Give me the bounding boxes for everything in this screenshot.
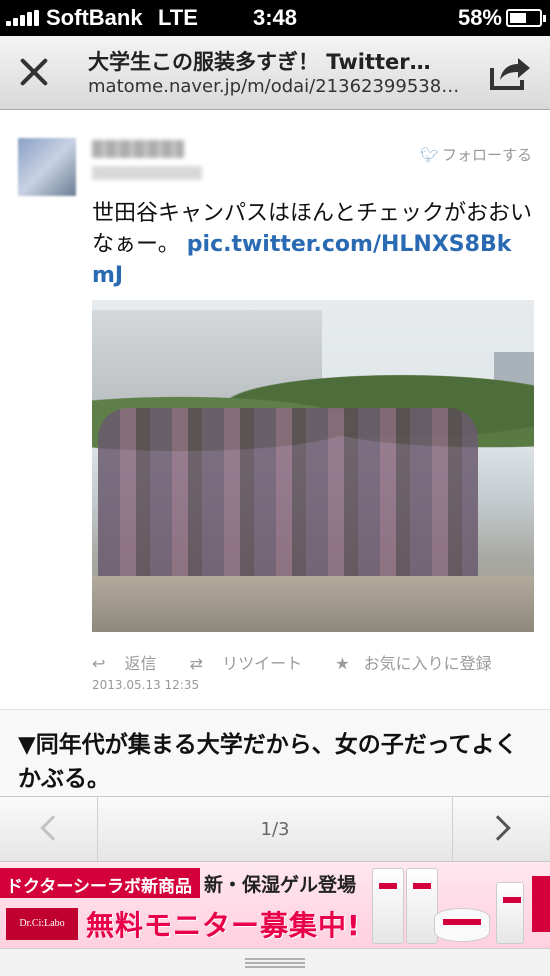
next-page-button[interactable]: [452, 797, 550, 861]
reply-button[interactable]: ↩ 返信: [92, 654, 171, 673]
page-title: 大学生この服装多すぎ！ Twitter…: [88, 50, 431, 74]
follow-label: フォローする: [441, 146, 532, 164]
close-icon[interactable]: [14, 52, 54, 92]
tweet-timestamp[interactable]: 2013.05.13 12:35: [92, 678, 199, 692]
pagination: 1/3: [0, 796, 550, 862]
reply-icon: ↩: [92, 654, 106, 673]
follow-button[interactable]: 🐦︎ フォローする: [420, 144, 532, 165]
ad-headline: 新・保湿ゲル登場: [204, 874, 357, 896]
product-jar-image: [434, 908, 490, 942]
status-bar: SoftBank LTE 3:48 58%: [0, 0, 550, 36]
battery-percent: 58%: [457, 5, 502, 30]
page-url[interactable]: matome.naver.jp/m/odai/21362399538…: [88, 76, 468, 97]
star-icon: ★: [335, 654, 350, 673]
ad-banner[interactable]: ドクターシーラボ新商品 新・保湿ゲル登場 Dr.Ci:Labo 無料モニター募集…: [0, 862, 550, 948]
twitter-bird-icon: 🐦︎: [419, 146, 439, 164]
browser-toolbar: 大学生この服装多すぎ！ Twitter… matome.naver.jp/m/o…: [0, 36, 550, 110]
tweet-text: 世田谷キャンパスはほんとチェックがおおいなぁー。 pic.twitter.com…: [92, 198, 532, 291]
chevron-right-icon: [485, 815, 511, 841]
battery-icon: [506, 9, 546, 27]
avatar[interactable]: [18, 138, 76, 196]
tweet-photo[interactable]: [92, 300, 534, 632]
section-heading: ▼同年代が集まる大学だから、女の子だってよくかぶる。: [18, 732, 518, 792]
product-tube-image: [372, 868, 404, 944]
grip-handle-icon[interactable]: [245, 958, 305, 968]
retweet-button[interactable]: ⇄ リツイート: [190, 654, 317, 673]
bottom-bar: [0, 948, 550, 976]
tweet-actions: ↩ 返信 ⇄ リツイート ★ お気に入りに登録: [92, 650, 532, 674]
ad-arrow-tab[interactable]: [532, 876, 550, 932]
user-name-blurred[interactable]: [92, 140, 184, 158]
embedded-tweet: 🐦︎ フォローする 世田谷キャンパスはほんとチェックがおおいなぁー。 pic.tw…: [0, 110, 550, 710]
user-handle-blurred: [92, 166, 202, 180]
ad-brand-logo: Dr.Ci:Labo: [6, 908, 78, 940]
favorite-button[interactable]: ★ お気に入りに登録: [335, 654, 505, 673]
product-bottle-image: [496, 882, 524, 944]
retweet-icon: ⇄: [189, 654, 204, 673]
share-icon[interactable]: [488, 54, 532, 92]
content-area[interactable]: 🐦︎ フォローする 世田谷キャンパスはほんとチェックがおおいなぁー。 pic.tw…: [0, 110, 550, 796]
ad-badge: ドクターシーラボ新商品: [0, 868, 200, 898]
ad-cta: 無料モニター募集中!: [86, 909, 361, 942]
